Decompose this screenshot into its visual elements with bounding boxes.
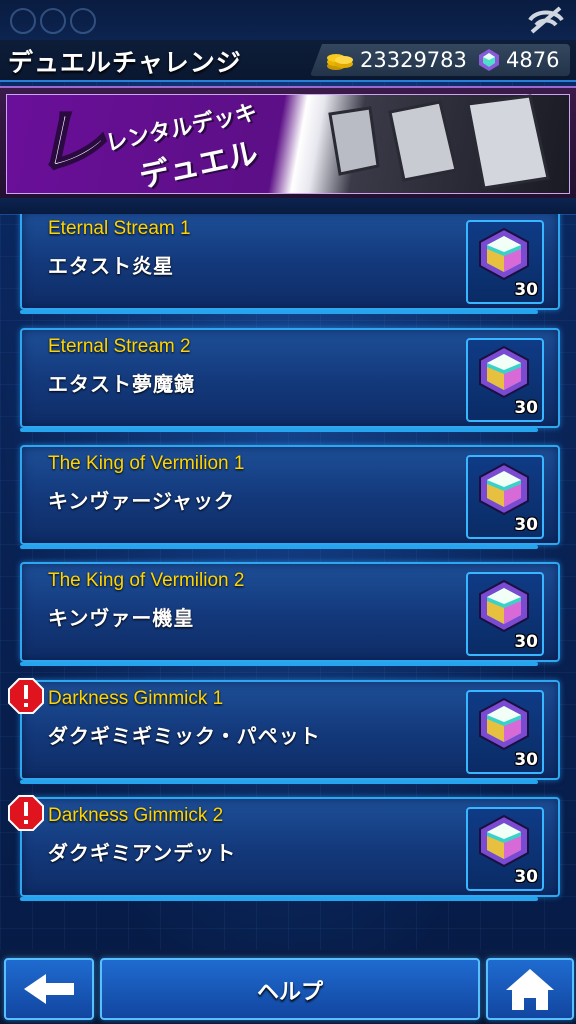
gem-icon <box>479 697 529 751</box>
gem-icon <box>479 462 529 516</box>
page-title: デュエルチャレンジ <box>8 48 242 77</box>
reward-count: 30 <box>514 398 538 418</box>
back-button[interactable] <box>4 958 94 1020</box>
reward-box: 30 <box>466 807 544 891</box>
reward-count: 30 <box>514 632 538 652</box>
duel-title: Darkness Gimmick 1 <box>48 688 224 709</box>
duel-card[interactable]: The King of Vermilion 1 キンヴァージャック 30 <box>20 445 560 549</box>
gem-icon <box>479 227 529 281</box>
duel-title: The King of Vermilion 2 <box>48 570 245 591</box>
reward-count: 30 <box>514 750 538 770</box>
duel-card[interactable]: Eternal Stream 2 エタスト夢魔鏡 30 <box>20 328 560 432</box>
home-button[interactable] <box>486 958 574 1020</box>
back-arrow-icon <box>24 974 74 1004</box>
gem-icon <box>479 579 529 633</box>
duel-subtitle: キンヴァージャック <box>48 489 235 513</box>
gold-amount: 23329783 <box>360 48 467 72</box>
reward-box: 30 <box>466 220 544 304</box>
gem-icon <box>479 814 529 868</box>
duel-subtitle: エタスト夢魔鏡 <box>48 372 195 396</box>
event-banner[interactable]: レ レンタルデッキ デュエル <box>0 86 576 202</box>
connection-icon[interactable] <box>526 6 566 34</box>
currency-panel: 23329783 4876 <box>310 44 570 76</box>
reward-box: 30 <box>466 572 544 656</box>
deco-circle <box>40 8 66 34</box>
bottom-nav: ヘルプ <box>0 950 576 1024</box>
gem-icon <box>479 49 499 71</box>
duel-card[interactable]: Darkness Gimmick 1 ダクギミギミック・パペット 30 <box>8 678 560 784</box>
duel-title: Eternal Stream 2 <box>48 336 191 357</box>
duel-subtitle: ダクギミアンデット <box>48 841 237 865</box>
alert-icon <box>8 795 44 831</box>
help-button[interactable]: ヘルプ <box>100 958 480 1020</box>
alert-icon <box>8 678 44 714</box>
deco-circle <box>10 8 36 34</box>
gem-icon <box>479 345 529 399</box>
reward-box: 30 <box>466 455 544 539</box>
banner-divider <box>0 198 576 215</box>
duel-title: Darkness Gimmick 2 <box>48 805 224 826</box>
gem-amount: 4876 <box>506 48 560 72</box>
help-label: ヘルプ <box>256 980 323 1005</box>
reward-count: 30 <box>514 515 538 535</box>
duel-subtitle: ダクギミギミック・パペット <box>48 724 321 748</box>
duel-list[interactable]: Eternal Stream 1 エタスト炎星 30 Eternal Strea… <box>0 214 576 954</box>
duel-subtitle: キンヴァー機皇 <box>48 606 195 630</box>
duel-card[interactable]: Darkness Gimmick 2 ダクギミアンデット 30 <box>8 795 560 901</box>
home-icon <box>506 969 554 1010</box>
title-bar: デュエルチャレンジ 23329783 4876 <box>0 40 576 82</box>
coin-stack-icon <box>327 54 353 70</box>
reward-count: 30 <box>514 867 538 887</box>
duel-title: Eternal Stream 1 <box>48 218 191 239</box>
duel-card[interactable]: The King of Vermilion 2 キンヴァー機皇 30 <box>20 562 560 666</box>
reward-count: 30 <box>514 280 538 300</box>
duel-subtitle: エタスト炎星 <box>48 254 174 278</box>
duel-title: The King of Vermilion 1 <box>48 453 245 474</box>
reward-box: 30 <box>466 690 544 774</box>
duel-card[interactable]: Eternal Stream 1 エタスト炎星 30 <box>20 214 560 314</box>
deco-circle <box>70 8 96 34</box>
reward-box: 30 <box>466 338 544 422</box>
banner-art: レ <box>30 94 550 190</box>
status-bar <box>0 0 576 40</box>
